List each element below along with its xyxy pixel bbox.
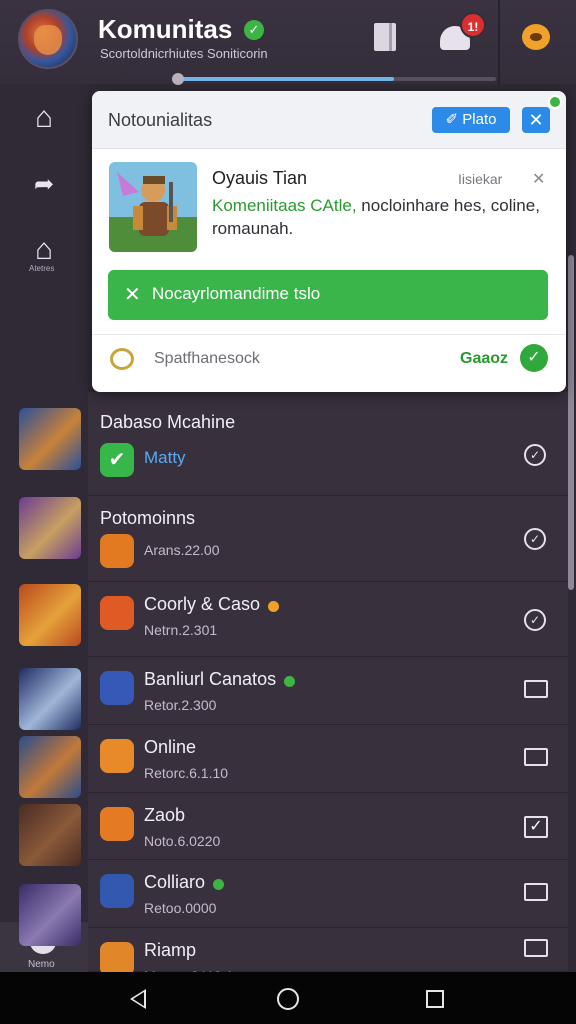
popup-header: Notounialitas ✐ Plato ✕	[92, 91, 566, 149]
list-item-subtitle: Retoo.0000	[144, 900, 217, 916]
sidebar-bottom-label: Nemo	[28, 959, 55, 970]
list-item-title: Colliaro	[144, 872, 206, 892]
list-item-subtitle: Retorc.6.1.10	[144, 765, 229, 781]
app-window: Komunitas ✓ Scortoldnicrhiutes Soniticor…	[0, 0, 576, 1024]
select-circle-icon[interactable]: ✓	[524, 444, 546, 466]
list-item-title: Potomoinns	[100, 508, 196, 528]
select-circle-icon[interactable]: ✓	[524, 528, 546, 550]
dismiss-icon[interactable]: ✕	[532, 169, 545, 189]
header-bar: Komunitas ✓ Scortoldnicrhiutes Soniticor…	[0, 0, 576, 85]
game-icon	[100, 534, 134, 568]
list-item-title: Riamp	[144, 940, 197, 960]
book-icon[interactable]	[374, 23, 396, 51]
game-icon	[100, 942, 134, 976]
list-item-title: Dabaso Mcahine	[100, 412, 236, 432]
game-icon: ✔	[100, 443, 134, 477]
game-thumbnail[interactable]	[19, 408, 81, 470]
status-bar-button[interactable]: ✕ Nocayrlomandime tslo	[108, 270, 548, 320]
list-item-subtitle: Noto.6.0220	[144, 833, 221, 849]
list-item-title: Zaob	[144, 805, 186, 825]
list-item-title: Online	[144, 737, 197, 757]
game-icon	[100, 807, 134, 841]
list-item[interactable]: Dabaso Mcahine ✔ Matty ✓	[88, 392, 568, 496]
verified-check-icon: ✓	[244, 20, 264, 40]
page-title: Komunitas	[98, 14, 233, 44]
game-icon	[100, 671, 134, 705]
popup-title: Notounialitas	[108, 110, 213, 130]
game-thumbnail[interactable]	[19, 736, 81, 798]
game-description: Komeniitaas CAtle, nocloinhare hes, coli…	[212, 194, 542, 240]
game-icon	[100, 739, 134, 773]
progress-knob[interactable]	[172, 73, 184, 85]
checkbox[interactable]	[524, 748, 548, 766]
list-item-title: Coorly & Caso	[144, 594, 261, 614]
list-item-subtitle: Matty	[144, 448, 186, 467]
list-item-subtitle: Arans.22.00	[144, 542, 220, 558]
close-icon: ✕	[124, 284, 141, 306]
status-dot	[284, 676, 295, 687]
header-divider	[498, 0, 500, 84]
popup-close-button[interactable]: ✕	[522, 107, 550, 133]
game-thumbnail[interactable]	[19, 884, 81, 946]
popup-action-button[interactable]: ✐ Plato	[432, 107, 510, 133]
share-icon[interactable]: ➦	[28, 169, 60, 201]
status-bar-text: Nocayrlomandime tslo	[152, 284, 321, 303]
list-item[interactable]: Zaob Noto.6.0220 ✓	[88, 793, 568, 860]
status-dot	[268, 601, 279, 612]
game-name: Oyauis Tian	[212, 168, 308, 188]
online-status-dot	[548, 95, 562, 109]
list-item-title: Banliurl Canatos	[144, 669, 277, 689]
select-circle-icon[interactable]: ✓	[524, 609, 546, 631]
key-icon	[110, 348, 134, 370]
checkbox[interactable]	[524, 680, 548, 698]
checkbox[interactable]	[524, 939, 548, 957]
list-item[interactable]: RiampMeaue.2.Y.2.1	[88, 928, 568, 984]
list-item[interactable]: Potomoinns Arans.22.00 ✓	[88, 496, 568, 582]
footer-text: Spatfhanesock	[154, 350, 260, 367]
list-item[interactable]: Coorly & Caso Netrn.2.301 ✓	[88, 582, 568, 657]
recents-icon[interactable]	[426, 990, 444, 1008]
chat-icon[interactable]	[522, 24, 550, 50]
game-thumbnail[interactable]	[19, 497, 81, 559]
status-dot	[213, 879, 224, 890]
home-circle-icon[interactable]	[277, 988, 299, 1010]
game-thumbnail[interactable]	[19, 668, 81, 730]
sidebar-item-label: Atetres	[29, 264, 55, 273]
confirm-check-button[interactable]: ✓	[520, 344, 548, 372]
notification-popup: Notounialitas ✐ Plato ✕ Oyauis Tian Iisi…	[92, 91, 566, 392]
game-thumbnail[interactable]	[19, 804, 81, 866]
header-progress-fill	[176, 77, 394, 81]
divider	[92, 334, 566, 335]
checkbox[interactable]	[524, 883, 548, 901]
game-thumbnail[interactable]	[109, 162, 197, 252]
system-nav-bar	[0, 972, 576, 1024]
home-icon[interactable]: ⌂	[28, 102, 60, 134]
list-item[interactable]: Online Retorc.6.1.10	[88, 725, 568, 793]
game-icon	[100, 596, 134, 630]
game-meta: Iisiekar	[458, 171, 503, 187]
community-avatar[interactable]	[18, 9, 78, 69]
list-item-subtitle: Retor.2.300	[144, 697, 217, 713]
checked-box[interactable]: ✓	[524, 816, 548, 838]
game-thumbnail[interactable]	[19, 584, 81, 646]
notification-badge: 1!	[460, 12, 486, 38]
footer-action-link[interactable]: Gaaoz	[460, 350, 508, 368]
description-highlight: Komeniitaas CAtle,	[212, 196, 362, 215]
back-icon[interactable]	[130, 989, 146, 1009]
game-list: Dabaso Mcahine ✔ Matty ✓ Potomoinns Arans.22.…	[88, 392, 568, 984]
home-icon[interactable]: ⌂	[28, 234, 60, 266]
list-item[interactable]: Banliurl Canatos Retor.2.300	[88, 657, 568, 725]
scrollbar[interactable]	[568, 255, 574, 590]
list-item-subtitle: Netrn.2.301	[144, 622, 218, 638]
list-item[interactable]: Colliaro Retoo.0000	[88, 860, 568, 928]
game-icon	[100, 874, 134, 908]
page-subtitle: Scortoldnicrhiutes Soniticorin	[100, 46, 268, 61]
header-progress-track[interactable]	[176, 77, 496, 81]
